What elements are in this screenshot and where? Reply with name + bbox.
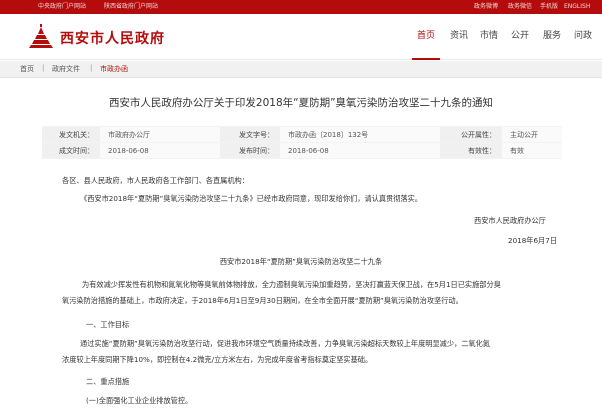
paragraph-line: 浓度较上年度同期下降10%，即控制在4.2微克/立方米左右，为完成年度省考指标奠… [62,355,373,364]
section-heading: 一、工作目标 [86,320,130,329]
link-english[interactable]: ENGLISH [564,0,590,14]
breadcrumb: 首页 | 政府文件 | 市政办函 [0,61,602,78]
breadcrumb-gov-docs[interactable]: 政府文件 [52,64,80,74]
breadcrumb-separator: | [42,64,45,72]
meta-label-written-date: 成文时间： [42,142,100,159]
breadcrumb-current[interactable]: 市政办函 [100,64,128,74]
document-subtitle: 西安市2018年“夏防期”臭氧污染防治攻坚二十九条 [219,257,383,266]
link-mobile[interactable]: 手机版 [540,0,558,14]
nav-service[interactable]: 服务 [543,28,561,41]
signature: 西安市人民政府办公厅 [474,216,546,225]
meta-row: 发文机关： 市政府办公厅 发文字号： 市政办函〔2018〕132号 公开属性： … [42,126,562,143]
meta-label-validity: 有效性： [440,142,502,159]
site-header: 西安市人民政府 首页 资讯 市情 公开 服务 问政 [0,14,602,60]
nav-home[interactable]: 首页 [417,28,435,41]
site-logo[interactable]: 西安市人民政府 [26,22,176,52]
link-wechat[interactable]: 政务微信 [508,0,532,14]
breadcrumb-separator: | [90,64,93,72]
nav-city-info[interactable]: 市情 [480,28,498,41]
paragraph-line: 为有效减少挥发性有机物和氮氧化物等臭氧前体物排放，全力遏制臭氧污染加重趋势，坚决… [82,280,501,289]
paragraph-line: 氧污染防治措施的基础上，市政府决定，于2018年6月1日至9月30日期间，在全市… [62,296,463,305]
meta-row: 成文时间： 2018-06-08 发布时间： 2018-06-08 有效性： 有… [42,142,562,159]
link-shaanxi-gov[interactable]: 陕西省政府门户网站 [104,0,158,14]
document-meta-table: 发文机关： 市政府办公厅 发文字号： 市政办函〔2018〕132号 公开属性： … [42,126,562,159]
meta-label-doc-number: 发文字号： [220,126,280,143]
meta-value-open-attr: 主动公开 [502,126,562,143]
link-weibo[interactable]: 政务微博 [474,0,498,14]
meta-value-doc-number: 市政办函〔2018〕132号 [280,126,440,143]
breadcrumb-home[interactable]: 首页 [20,64,34,74]
meta-label-publish-date: 发布时间： [220,142,280,159]
meta-value-written-date: 2018-06-08 [100,142,220,159]
meta-value-publish-date: 2018-06-08 [280,142,440,159]
meta-label-open-attr: 公开属性： [440,126,502,143]
section-heading: 二、重点措施 [86,377,130,386]
tower-icon [29,24,53,48]
list-item: (一)全面强化工业企业排放管控。 [86,396,193,405]
meta-value-issuer: 市政府办公厅 [100,126,220,143]
intro-paragraph: 《西安市2018年“夏防期”臭氧污染防治攻坚二十九条》已经市政府同意，现印发给你… [80,194,422,203]
nav-news[interactable]: 资讯 [450,28,468,41]
signature-date: 2018年6月7日 [508,236,558,245]
meta-value-validity: 有效 [502,142,562,159]
active-nav-indicator [412,58,440,60]
salutation: 各区、县人民政府，市人民政府各工作部门、各直属机构： [62,176,249,185]
nav-ask[interactable]: 问政 [574,28,592,41]
site-name: 西安市人民政府 [60,31,165,47]
top-bar: 中央政府门户网站 陕西省政府门户网站 政务微博 政务微信 手机版 ENGLISH [0,0,602,14]
article-title: 西安市人民政府办公厅关于印发2018年“夏防期”臭氧污染防治攻坚二十九条的通知 [108,97,494,109]
paragraph-line: 通过实施“夏防期”臭氧污染防治攻坚行动，促进我市环境空气质量持续改善，力争臭氧污… [80,339,490,348]
nav-open[interactable]: 公开 [511,28,529,41]
link-central-gov[interactable]: 中央政府门户网站 [38,0,86,14]
meta-label-issuer: 发文机关： [42,126,100,143]
